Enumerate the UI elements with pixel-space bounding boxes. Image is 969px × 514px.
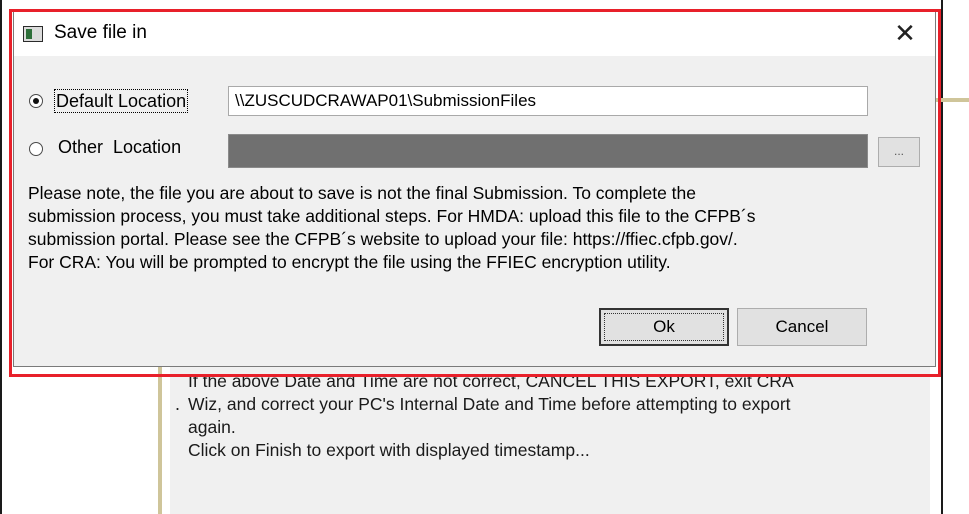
browse-button[interactable]: ...: [878, 137, 920, 167]
dialog-title: Save file in: [54, 22, 147, 43]
title-bar[interactable]: Save file in ✕: [14, 10, 935, 56]
note-line-4: For CRA: You will be prompted to encrypt…: [28, 252, 671, 272]
radio-default-location[interactable]: [29, 94, 43, 108]
background-window-border-right: [941, 0, 943, 514]
default-location-label[interactable]: Default Location: [53, 89, 189, 113]
other-location-input: [228, 134, 868, 168]
background-divider-horizontal: [933, 98, 969, 102]
background-line-3: again.: [188, 417, 236, 437]
background-line-4: Click on Finish to export with displayed…: [188, 440, 590, 460]
app-window-icon: [23, 26, 43, 42]
background-line-2: Wiz, and correct your PC's Internal Date…: [188, 394, 791, 414]
note-line-1: Please note, the file you are about to s…: [28, 183, 696, 203]
radio-other-location[interactable]: [29, 142, 43, 156]
background-line-1: If the above Date and Time are not corre…: [188, 371, 794, 391]
note-line-2: submission process, you must take additi…: [28, 206, 756, 226]
background-bullet: .: [175, 394, 181, 414]
ok-button[interactable]: Ok: [599, 308, 729, 346]
other-location-label[interactable]: Other Location: [58, 137, 181, 158]
default-location-input[interactable]: [228, 86, 868, 116]
background-window-border-left: [0, 0, 2, 514]
background-message-text: If the above Date and Time are not corre…: [188, 370, 933, 462]
note-line-3: submission portal. Please see the CFPB´s…: [28, 229, 738, 249]
cancel-button[interactable]: Cancel: [737, 308, 867, 346]
close-icon[interactable]: ✕: [889, 18, 921, 50]
submission-note: Please note, the file you are about to s…: [28, 182, 928, 274]
save-file-dialog: Save file in ✕ Default Location Other Lo…: [13, 9, 936, 367]
